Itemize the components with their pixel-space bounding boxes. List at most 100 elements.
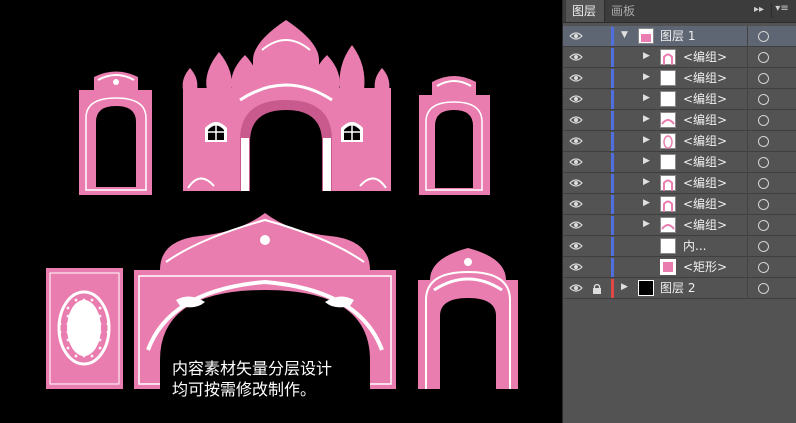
panel-tab-bar: 图层 画板 ▸▸ ▾≡ [563,0,796,23]
eye-icon[interactable] [569,115,583,125]
column-divider [747,68,748,89]
column-divider [747,215,748,236]
eye-icon[interactable] [569,178,583,188]
layer-color-bar [611,27,614,46]
chevron-right-icon[interactable]: ▶ [643,198,650,208]
eye-icon[interactable] [569,94,583,104]
layer-name[interactable]: <编组> [683,89,727,110]
eye-icon[interactable] [569,220,583,230]
sublayer-row[interactable]: ▶ <编组> [563,110,796,131]
sublayer-row[interactable]: ▶ <编组> [563,89,796,110]
target-circle-icon[interactable] [758,52,769,63]
tab-artboards[interactable]: 画板 [604,0,646,22]
palace-panel [182,20,391,191]
artboard-canvas[interactable]: 内容素材矢量分层设计 均可按需修改制作。 [0,0,562,423]
column-divider [747,236,748,257]
sublayer-row[interactable]: ▶ <编组> [563,173,796,194]
layer-thumbnail [638,28,654,44]
target-circle-icon[interactable] [758,199,769,210]
layer-color-bar [611,258,614,277]
layer-name[interactable]: <编组> [683,68,727,89]
sublayer-row[interactable]: <矩形> [563,257,796,278]
layer-name[interactable]: <编组> [683,173,727,194]
layer-name[interactable]: <编组> [683,110,727,131]
chevron-right-icon[interactable]: ▶ [643,177,650,187]
chevron-right-icon[interactable]: ▶ [643,93,650,103]
layer-color-bar [611,69,614,88]
layer-color-bar [611,111,614,130]
layer-name[interactable]: 内... [683,236,706,257]
layer-thumbnail [660,175,676,191]
target-circle-icon[interactable] [758,220,769,231]
sublayer-row[interactable]: ▶ <编组> [563,194,796,215]
eye-icon[interactable] [569,136,583,146]
layer-thumbnail [660,259,676,275]
target-circle-icon[interactable] [758,241,769,252]
sublayer-row[interactable]: ▶ <编组> [563,215,796,236]
double-chevron-right-icon[interactable]: ▸▸ [754,4,764,15]
layer-list: ▼ 图层 1 ▶ <编组> ▶ <编组> ▶ <编组> ▶ <编组> ▶ <编组> ▶ <编组> ▶ <编组>… [563,26,796,299]
oval-frame-panel [46,268,123,389]
lock-icon[interactable] [592,283,602,294]
target-circle-icon[interactable] [758,31,769,42]
target-circle-icon[interactable] [758,262,769,273]
caption-text: 内容素材矢量分层设计 均可按需修改制作。 [172,358,332,400]
column-divider [747,26,748,47]
eye-icon[interactable] [569,241,583,251]
column-divider [747,194,748,215]
layer-row[interactable]: ▶ 图层 2 [563,278,796,299]
eye-icon[interactable] [569,157,583,167]
chevron-right-icon[interactable]: ▶ [643,114,650,124]
eye-icon[interactable] [569,199,583,209]
column-divider [747,47,748,68]
sublayer-row[interactable]: ▶ <编组> [563,131,796,152]
chevron-right-icon[interactable]: ▶ [643,219,650,229]
sublayer-row[interactable]: ▶ <编组> [563,47,796,68]
layer-row[interactable]: ▼ 图层 1 [563,26,796,47]
layer-name[interactable]: 图层 1 [660,26,695,47]
eye-icon[interactable] [569,262,583,272]
target-circle-icon[interactable] [758,115,769,126]
chevron-right-icon[interactable]: ▶ [621,282,628,292]
tab-layers[interactable]: 图层 [566,0,604,22]
column-divider [747,257,748,278]
layer-color-bar [611,174,614,193]
target-circle-icon[interactable] [758,178,769,189]
sublayer-row[interactable]: 内... [563,236,796,257]
eye-icon[interactable] [569,73,583,83]
sublayer-row[interactable]: ▶ <编组> [563,152,796,173]
layer-color-bar [611,132,614,151]
layer-thumbnail [660,238,676,254]
chevron-down-icon[interactable]: ▼ [621,30,628,40]
chevron-right-icon[interactable]: ▶ [643,51,650,61]
eye-icon[interactable] [569,283,583,293]
layer-color-bar [611,90,614,109]
panel-menu-icon[interactable]: ▾≡ [771,3,792,18]
layer-color-bar [611,195,614,214]
column-divider [747,110,748,131]
sublayer-row[interactable]: ▶ <编组> [563,68,796,89]
layer-thumbnail [660,112,676,128]
layer-color-bar [611,48,614,67]
chevron-right-icon[interactable]: ▶ [643,135,650,145]
layer-name[interactable]: <编组> [683,47,727,68]
target-circle-icon[interactable] [758,73,769,84]
target-circle-icon[interactable] [758,283,769,294]
target-circle-icon[interactable] [758,157,769,168]
layer-name[interactable]: <编组> [683,152,727,173]
target-circle-icon[interactable] [758,94,769,105]
column-divider [747,131,748,152]
target-circle-icon[interactable] [758,136,769,147]
eye-icon[interactable] [569,52,583,62]
layer-name[interactable]: <编组> [683,194,727,215]
layer-name[interactable]: 图层 2 [660,278,695,299]
left-arch-panel [79,71,152,195]
layer-name[interactable]: <编组> [683,215,727,236]
eye-icon[interactable] [569,31,583,41]
caption-line-1: 内容素材矢量分层设计 [172,359,333,378]
chevron-right-icon[interactable]: ▶ [643,156,650,166]
chevron-right-icon[interactable]: ▶ [643,72,650,82]
layer-color-bar [611,237,614,256]
layer-name[interactable]: <编组> [683,131,727,152]
layer-name[interactable]: <矩形> [683,257,727,278]
